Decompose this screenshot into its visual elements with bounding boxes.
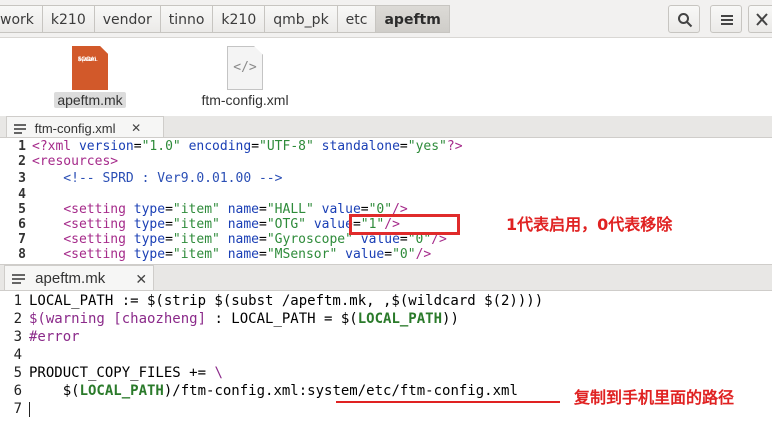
code-line: 6 <setting type="item" name="OTG" value=… (0, 217, 400, 232)
tab-label: ftm-config.xml (34, 121, 116, 137)
search-icon (678, 13, 693, 28)
line-number: 2 (13, 311, 22, 327)
code-line: 5 <setting type="item" name="HALL" value… (0, 202, 408, 217)
tab-apeftm-mk[interactable]: apeftm.mk ✕ (4, 265, 154, 290)
file-item-apeftm-mk[interactable]: LOCAL $(warn #error apeftm.mk (25, 46, 155, 109)
line-number: 7 (18, 232, 26, 247)
line-number: 8 (18, 247, 26, 262)
file-item-ftm-config-xml[interactable]: </> ftm-config.xml (180, 46, 310, 109)
line-number: 6 (18, 217, 26, 232)
editor1-code-area[interactable]: 1 <?xml version="1.0" encoding="UTF-8" st… (0, 139, 772, 263)
code-line: 4 (0, 187, 32, 202)
code-text: #error (29, 329, 80, 345)
code-line: 2 $(warning [chaozheng] : LOCAL_PATH = $(… (0, 311, 459, 327)
line-number: 6 (13, 383, 22, 399)
path-bar: work k210 vendor tinno k210 qmb_pk etc a… (0, 0, 772, 38)
search-button[interactable] (668, 5, 700, 33)
breadcrumb-item-etc[interactable]: etc (337, 5, 377, 33)
breadcrumb-item-qmb-pk[interactable]: qmb_pk (265, 5, 338, 33)
line-number: 3 (13, 329, 22, 345)
text-cursor (29, 401, 30, 417)
line-number: 4 (18, 187, 26, 202)
code-text: LOCAL_PATH := $(strip $(subst /apeftm.mk… (29, 293, 544, 309)
tab-close-icon[interactable]: ✕ (135, 271, 147, 287)
breadcrumb-item-k210[interactable]: k210 (42, 5, 95, 33)
line-number: 2 (18, 154, 26, 169)
tab-label: apeftm.mk (35, 270, 106, 288)
file-name: ftm-config.xml (201, 92, 289, 108)
makefile-icon: LOCAL $(warn #error (72, 46, 108, 90)
code-line: 4 (0, 347, 29, 363)
code-line: 3 #error (0, 329, 80, 345)
document-icon (14, 123, 26, 134)
tab-close-icon[interactable]: ✕ (131, 121, 141, 135)
line-number: 1 (13, 293, 22, 309)
highlight-box-value (349, 214, 460, 235)
breadcrumb-item-k210-2[interactable]: k210 (213, 5, 266, 33)
document-icon (12, 273, 25, 284)
tab-ftm-config-xml[interactable]: ftm-config.xml ✕ (6, 116, 164, 137)
file-view: LOCAL $(warn #error apeftm.mk </> ftm-conf… (0, 38, 772, 116)
editor2-code-area[interactable]: 1 LOCAL_PATH := $(strip $(subst /apeftm.m… (0, 292, 772, 421)
annotation-value-meaning: 1代表启用，0代表移除 (506, 215, 673, 234)
breadcrumb-item-vendor[interactable]: vendor (94, 5, 161, 33)
menu-button[interactable] (710, 5, 742, 33)
editor2-tab-strip: apeftm.mk ✕ (0, 264, 772, 291)
breadcrumb-item-tinno[interactable]: tinno (160, 5, 214, 33)
icon-glyph: </> (233, 60, 257, 75)
breadcrumb-item-apeftm[interactable]: apeftm (376, 5, 450, 33)
line-number: 5 (13, 365, 22, 381)
code-line: 5 PRODUCT_COPY_FILES += \ (0, 365, 223, 381)
line-number: 5 (18, 202, 26, 217)
code-line: 1 LOCAL_PATH := $(strip $(subst /apeftm.m… (0, 293, 544, 309)
code-line: 7 (0, 401, 30, 417)
editor1-tab-strip: ftm-config.xml ✕ (0, 116, 772, 138)
close-button[interactable] (748, 5, 772, 33)
line-number: 3 (18, 171, 26, 186)
code-line: 2 <resources> (0, 154, 118, 169)
icon-line: #error (78, 57, 95, 63)
code-line: 3 <!-- SPRD : Ver9.0.01.00 --> (0, 171, 282, 186)
code-line: 1 <?xml version="1.0" encoding="UTF-8" st… (0, 139, 462, 154)
annotation-copy-path: 复制到手机里面的路径 (574, 388, 735, 407)
hamburger-menu-icon (721, 15, 733, 25)
code-line: 6 $(LOCAL_PATH)/ftm-config.xml:system/et… (0, 383, 518, 399)
close-icon (756, 13, 768, 26)
breadcrumb: work k210 vendor tinno k210 qmb_pk etc a… (0, 5, 450, 33)
breadcrumb-item-work[interactable]: work (0, 5, 43, 33)
code-line: 8 <setting type="item" name="MSensor" va… (0, 247, 431, 262)
line-number: 1 (18, 139, 26, 154)
line-number: 4 (13, 347, 22, 363)
file-name: apeftm.mk (54, 92, 126, 108)
path-underline (336, 401, 560, 403)
line-number: 7 (13, 401, 22, 417)
xml-file-icon: </> (227, 46, 263, 90)
